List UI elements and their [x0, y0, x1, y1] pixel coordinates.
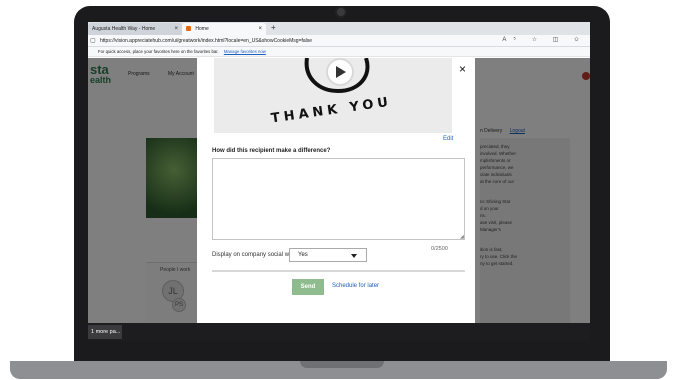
social-wall-label: Display on company social wall?	[212, 252, 299, 258]
resize-grip-icon[interactable]: ◢	[460, 234, 464, 240]
laptop-stage: Augusta Health Way - Home × Home × + ▢ h…	[0, 0, 677, 380]
tab-home[interactable]: Home ×	[182, 23, 266, 35]
chevron-down-icon	[351, 254, 357, 258]
screen: Augusta Health Way - Home × Home × + ▢ h…	[88, 22, 590, 341]
difference-question: How did this recipient make a difference…	[212, 148, 331, 154]
recognition-modal: THANK YOU × Edit How did this recipient …	[197, 58, 475, 323]
tab-close-icon[interactable]: ×	[258, 23, 262, 35]
taskbar-item[interactable]: 1 more pa...	[88, 325, 122, 339]
modal-actions: Send Schedule for later	[212, 270, 465, 323]
laptop-notch	[300, 361, 384, 368]
tab-close-icon[interactable]: ×	[174, 23, 178, 35]
difference-textarea[interactable]	[212, 158, 465, 240]
taskbar: 1 more pa...	[88, 323, 590, 341]
edit-link[interactable]: Edit	[443, 136, 453, 142]
browser-toolbar-icons[interactable]: A⁵ ☆ ◫ ✩	[502, 36, 586, 43]
new-tab-button[interactable]: +	[271, 22, 276, 34]
webcam-icon	[335, 6, 347, 18]
character-counter: 0/2500	[431, 246, 448, 252]
tab-augusta-health[interactable]: Augusta Health Way - Home ×	[88, 23, 182, 35]
favorites-bar: For quick access, place your favorites h…	[88, 47, 590, 57]
tab-label: Home	[195, 26, 209, 32]
favorites-message: For quick access, place your favorites h…	[98, 48, 266, 56]
thank-you-text: THANK YOU	[270, 95, 393, 127]
url-field[interactable]: https://vision.appreciatehub.com/ui/grea…	[100, 37, 312, 45]
social-wall-value: Yes	[298, 252, 308, 258]
schedule-later-link[interactable]: Schedule for later	[332, 283, 379, 289]
manage-favorites-link[interactable]: Manage favorites now	[224, 49, 266, 54]
page-info-icon[interactable]: ▢	[90, 37, 96, 44]
send-button[interactable]: Send	[292, 279, 324, 295]
thank-you-video[interactable]: THANK YOU	[214, 58, 452, 133]
address-bar: ▢ https://vision.appreciatehub.com/ui/gr…	[88, 35, 590, 47]
tab-label: Augusta Health Way - Home	[92, 26, 156, 32]
close-icon[interactable]: ×	[459, 63, 466, 75]
favorites-message-text: For quick access, place your favorites h…	[98, 49, 219, 54]
social-wall-select[interactable]: Yes	[289, 248, 367, 262]
video-thumbnail-icon: THANK YOU	[270, 58, 393, 127]
browser-tab-bar: Augusta Health Way - Home × Home × +	[88, 22, 590, 35]
appreciatehub-favicon-icon	[186, 26, 191, 32]
